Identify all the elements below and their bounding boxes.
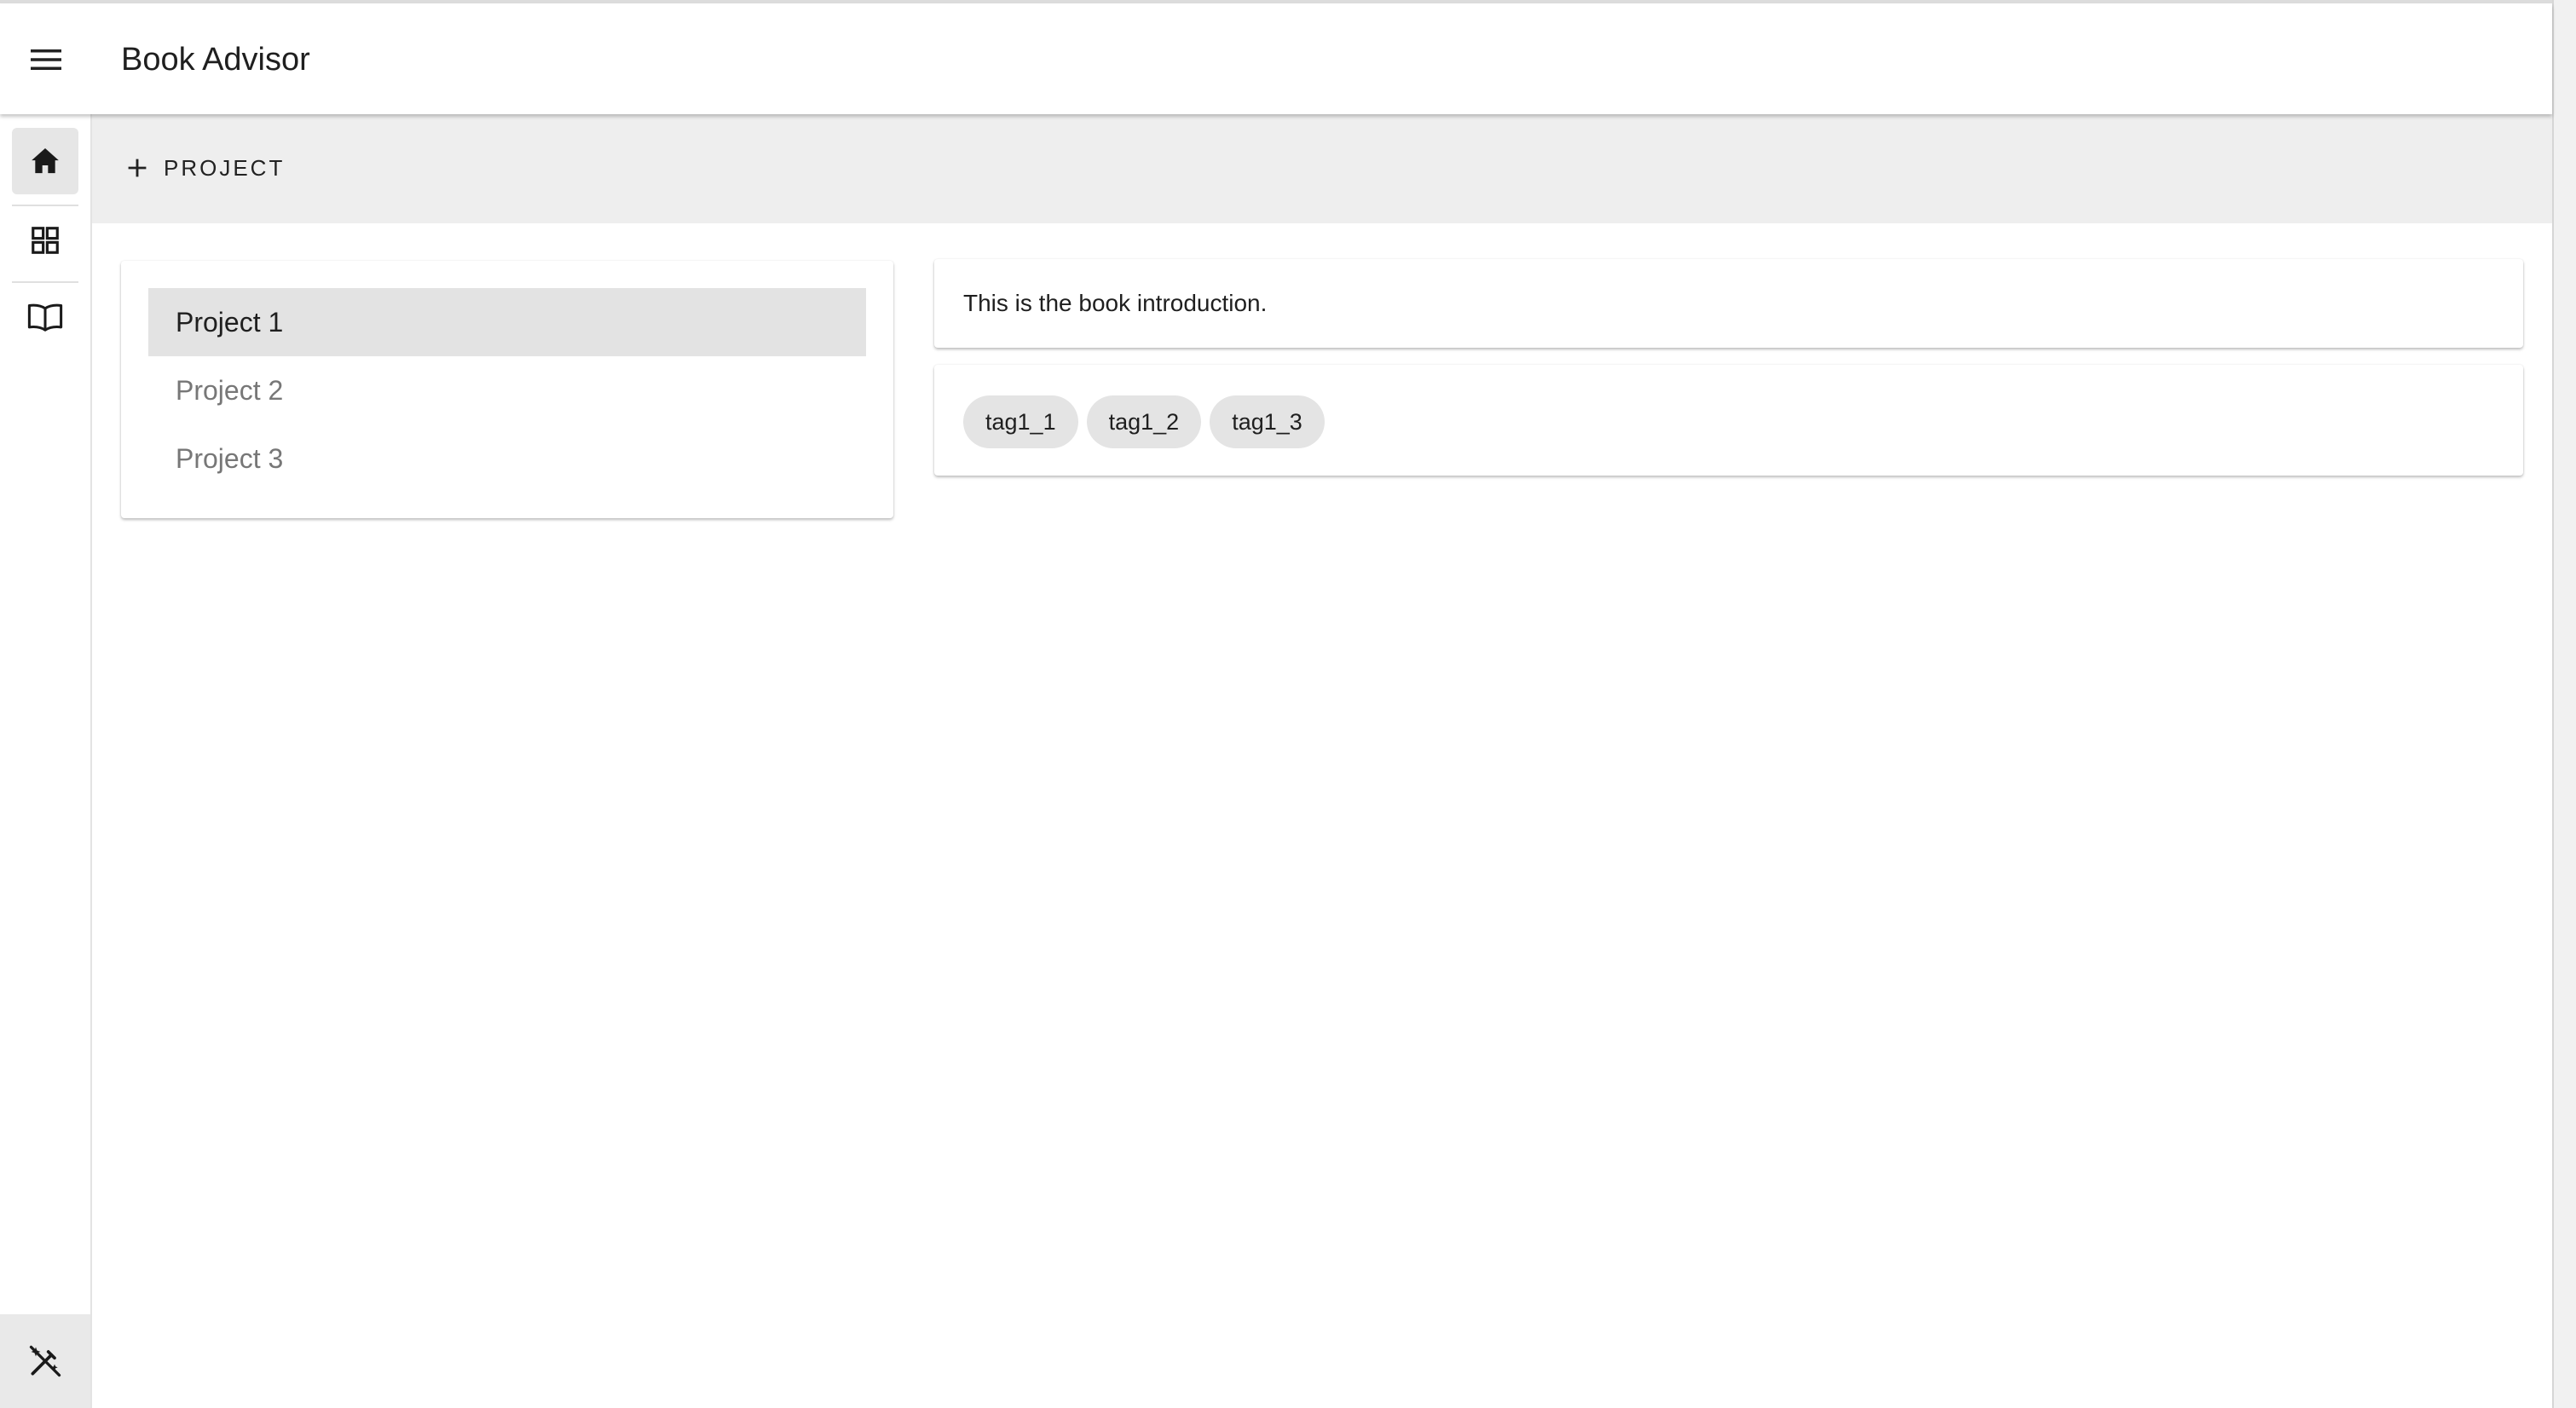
project-list-item[interactable]: Project 2 [148,356,866,424]
app-window: Book Advisor PROJECT Project 1 Project 2… [0,0,2576,1408]
tag-chip[interactable]: tag1_1 [963,395,1078,448]
side-navigation-rail [0,114,92,1408]
book-open-icon [27,303,63,332]
tag-chip[interactable]: tag1_2 [1086,395,1202,448]
plus-icon [128,159,147,177]
book-introduction-text: This is the book introduction. [963,290,1268,316]
book-tags-card: tag1_1 tag1_2 tag1_3 [934,365,2523,476]
add-project-button[interactable]: PROJECT [116,140,295,196]
menu-icon [31,49,61,70]
action-toolbar: PROJECT [92,114,2552,223]
rail-divider [12,205,78,206]
book-introduction-card: This is the book introduction. [934,259,2523,348]
home-icon [32,148,59,174]
project-list-item[interactable]: Project 1 [148,288,866,356]
app-bar: Book Advisor [0,3,2552,114]
tag-chip-row: tag1_1 tag1_2 tag1_3 [963,395,1325,448]
menu-button[interactable] [20,34,72,85]
add-project-label: PROJECT [164,154,286,181]
rail-divider [12,281,78,283]
auto-fix-off-icon [29,1345,61,1377]
app-title: Book Advisor [121,42,310,78]
tag-chip[interactable]: tag1_3 [1210,395,1325,448]
nav-dashboard[interactable] [12,207,78,274]
project-list: Project 1 Project 2 Project 3 [121,261,893,518]
theme-toggle-button[interactable] [0,1314,90,1408]
window-scrollbar-track[interactable] [2552,0,2576,1408]
project-list-item[interactable]: Project 3 [148,424,866,493]
dashboard-grid-icon [32,227,59,254]
nav-books[interactable] [12,284,78,350]
nav-home[interactable] [12,128,78,194]
